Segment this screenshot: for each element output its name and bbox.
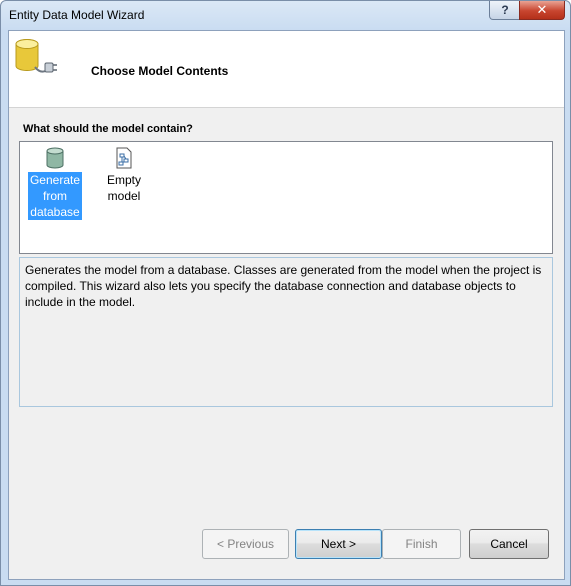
empty-model-icon — [116, 147, 132, 169]
database-connector-icon — [15, 39, 57, 73]
database-icon — [46, 147, 64, 169]
option-label: Empty model — [106, 173, 141, 203]
model-contents-prompt: What should the model contain? — [23, 123, 193, 135]
finish-button[interactable]: Finish — [382, 529, 461, 559]
option-description: Generates the model from a database. Cla… — [19, 257, 553, 407]
wizard-window: Entity Data Model Wizard ? ✕ Choose Mode… — [0, 0, 571, 586]
window-title: Entity Data Model Wizard — [9, 8, 145, 22]
dialog-body: Choose Model Contents What should the mo… — [8, 30, 565, 580]
wizard-header: Choose Model Contents — [9, 31, 564, 108]
close-button[interactable]: ✕ — [519, 1, 565, 20]
page-title: Choose Model Contents — [91, 64, 229, 78]
model-contents-list[interactable]: Generate from database Empty model — [19, 141, 553, 254]
option-label: Generate from database — [28, 172, 82, 220]
option-empty-model[interactable]: Empty model — [97, 144, 151, 204]
option-generate-from-database[interactable]: Generate from database — [28, 144, 82, 220]
cancel-button[interactable]: Cancel — [469, 529, 549, 559]
help-button[interactable]: ? — [489, 1, 521, 20]
wizard-button-bar: < Previous Next > Finish Cancel — [9, 529, 564, 563]
previous-button[interactable]: < Previous — [202, 529, 289, 559]
next-button[interactable]: Next > — [295, 529, 382, 559]
title-bar[interactable]: Entity Data Model Wizard ? ✕ — [1, 1, 570, 29]
